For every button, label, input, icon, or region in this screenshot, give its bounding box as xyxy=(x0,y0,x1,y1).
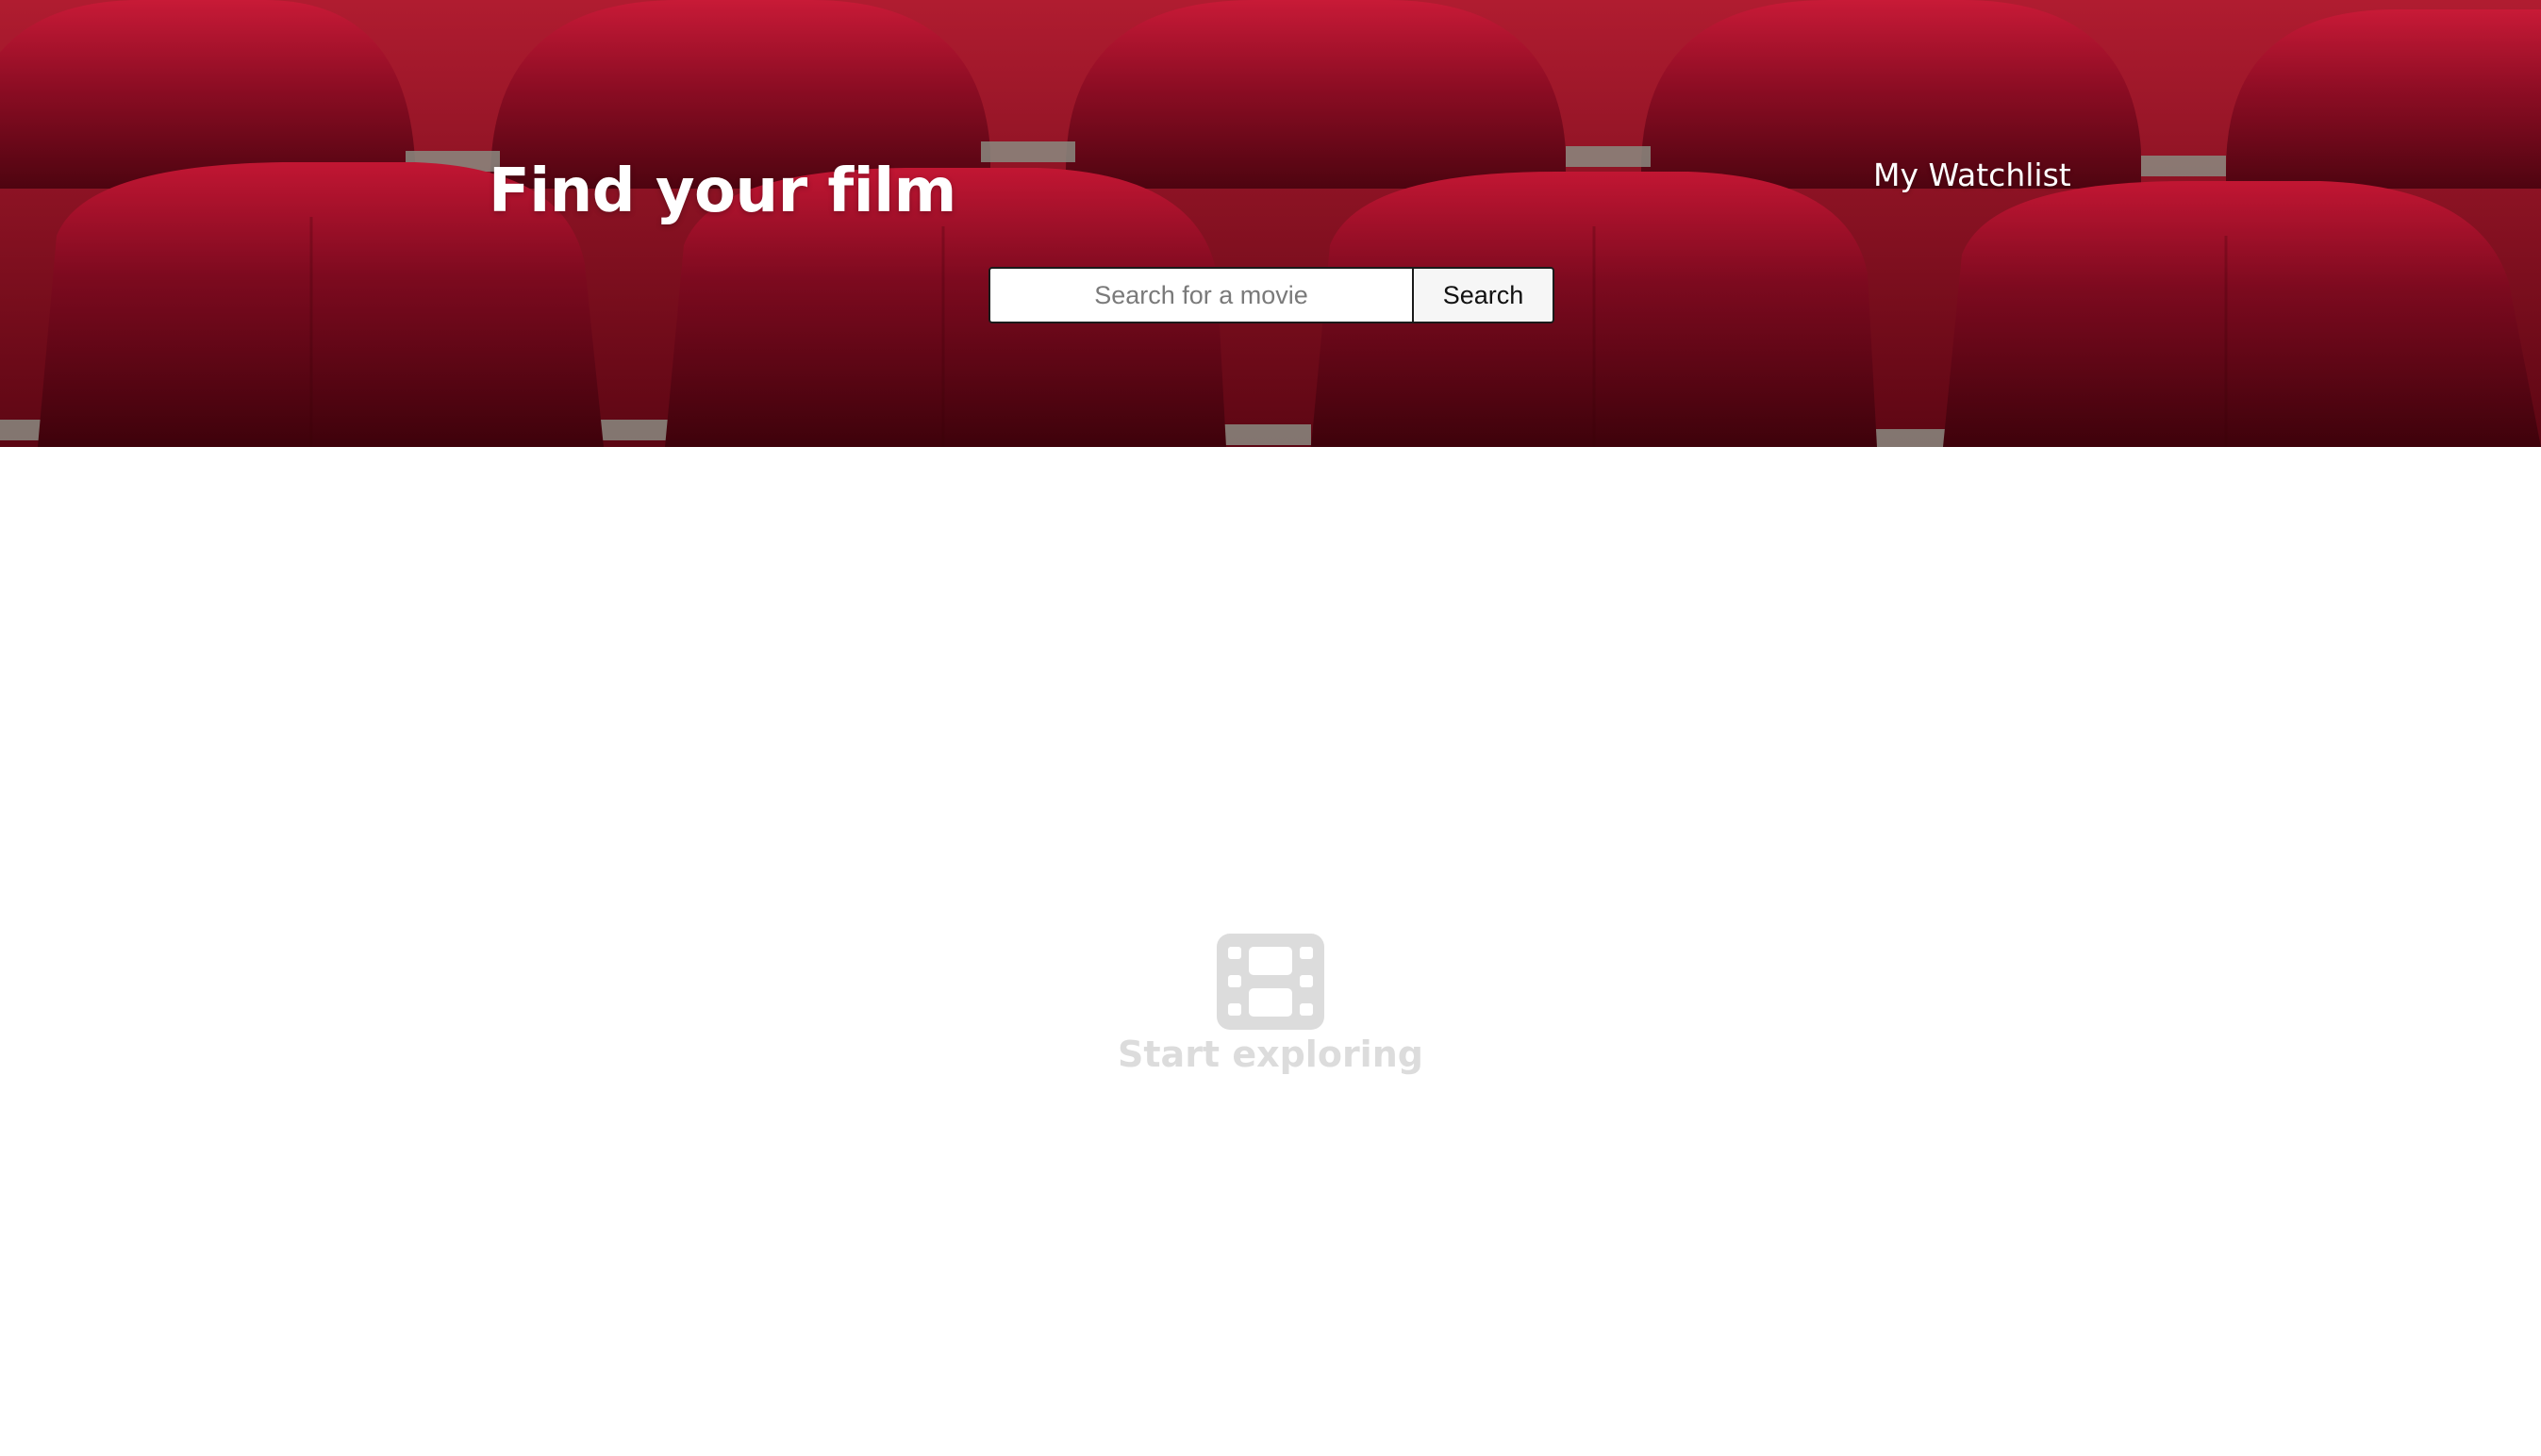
cinema-seats-background xyxy=(0,0,2541,447)
my-watchlist-link[interactable]: My Watchlist xyxy=(1873,157,2071,193)
hero-header: Find your film My Watchlist Search xyxy=(0,0,2541,447)
empty-state-message: Start exploring xyxy=(1118,1034,1423,1075)
empty-state: Start exploring xyxy=(1082,934,1459,1075)
page-title: Find your film xyxy=(489,157,956,226)
search-input[interactable] xyxy=(988,267,1414,323)
search-button[interactable]: Search xyxy=(1412,267,1554,323)
search-form: Search xyxy=(988,267,1554,323)
film-icon xyxy=(1217,934,1324,1030)
